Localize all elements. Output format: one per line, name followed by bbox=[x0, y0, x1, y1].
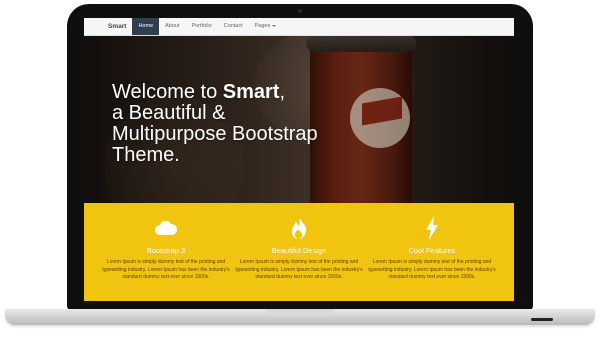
feature-cool: Cool Features Lorem Ipsum is simply dumm… bbox=[368, 203, 496, 301]
feature-text: Lorem Ipsum is simply dummy text of the … bbox=[368, 259, 496, 280]
hero-title-line3: Multipurpose Bootstrap bbox=[112, 123, 318, 145]
bolt-icon bbox=[368, 214, 496, 242]
feature-title: Beautiful Design bbox=[271, 246, 327, 255]
brand-logo[interactable]: Smart bbox=[84, 18, 132, 35]
hero-title-line4: Theme. bbox=[112, 144, 180, 166]
nav-item-about[interactable]: About bbox=[159, 18, 185, 35]
feature-title: Cool Features bbox=[408, 246, 456, 255]
hero-title-prefix: Welcome to bbox=[112, 81, 223, 103]
navbar: Smart Home About Portfolio Contact Pages bbox=[84, 18, 514, 36]
laptop-base bbox=[5, 309, 595, 325]
nav-item-portfolio[interactable]: Portfolio bbox=[185, 18, 217, 35]
nav-item-home[interactable]: Home bbox=[132, 18, 160, 35]
laptop-indicator bbox=[531, 318, 553, 321]
caret-down-icon bbox=[272, 24, 277, 27]
nav-item-pages[interactable]: Pages bbox=[249, 18, 283, 35]
laptop-opening-notch bbox=[265, 309, 335, 315]
hero-title-brand: Smart bbox=[222, 81, 280, 103]
hero-title-line2: a Beautiful & bbox=[112, 102, 226, 124]
fire-icon bbox=[235, 214, 363, 242]
features-section: Bootstrap 3 Lorem Ipsum is simply dummy … bbox=[84, 203, 514, 301]
laptop-screen: Smart Home About Portfolio Contact Pages… bbox=[84, 18, 514, 301]
nav-item-pages-label: Pages bbox=[254, 23, 271, 29]
feature-text: Lorem Ipsum is simply dummy text of the … bbox=[102, 259, 230, 280]
feature-design: Beautiful Design Lorem Ipsum is simply d… bbox=[235, 203, 363, 301]
feature-text: Lorem Ipsum is simply dummy text of the … bbox=[235, 259, 363, 280]
feature-bootstrap: Bootstrap 3 Lorem Ipsum is simply dummy … bbox=[102, 203, 230, 301]
hero-title: Welcome to Smart, a Beautiful & Multipur… bbox=[112, 82, 372, 166]
hero-title-comma: , bbox=[279, 81, 286, 103]
feature-title: Bootstrap 3 bbox=[146, 246, 186, 255]
cloud-icon bbox=[102, 214, 230, 242]
nav-item-contact[interactable]: Contact bbox=[218, 18, 249, 35]
hero-section: Welcome to Smart, a Beautiful & Multipur… bbox=[84, 36, 514, 203]
